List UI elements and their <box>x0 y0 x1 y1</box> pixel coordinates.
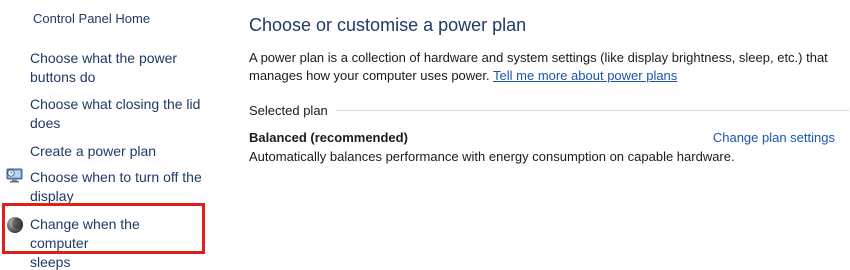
selected-plan-group: Selected plan <box>249 101 849 119</box>
sidebar-item-create-power-plan[interactable]: Create a power plan <box>30 142 156 161</box>
learn-more-link[interactable]: Tell me more about power plans <box>493 68 677 83</box>
highlight-box <box>2 203 205 254</box>
sidebar-item-closing-lid[interactable]: Choose what closing the lid does <box>30 95 210 133</box>
sidebar-item-turn-off-display[interactable]: Choose when to turn off the display <box>30 168 210 206</box>
group-divider <box>335 109 849 111</box>
sidebar-item-label: sleeps <box>30 254 71 270</box>
sidebar-item-label: buttons do <box>30 69 96 85</box>
plan-name: Balanced (recommended) <box>249 130 408 145</box>
power-options-window: Control Panel Home Choose what the power… <box>0 0 850 270</box>
sidebar-item-label: Choose what closing the lid <box>30 96 201 112</box>
sidebar-item-control-panel-home[interactable]: Control Panel Home <box>33 9 150 28</box>
sidebar-item-label: Create a power plan <box>30 143 157 159</box>
sidebar: Control Panel Home Choose what the power… <box>0 0 215 270</box>
monitor-clock-icon <box>6 168 23 183</box>
sidebar-item-power-buttons[interactable]: Choose what the power buttons do <box>30 49 210 87</box>
sidebar-item-label: Control Panel Home <box>33 11 151 26</box>
selected-plan-label: Selected plan <box>249 102 328 118</box>
sidebar-item-label: Choose when to turn off the <box>30 169 202 185</box>
plan-description: Automatically balances performance with … <box>249 149 735 164</box>
page-description: A power plan is a collection of hardware… <box>249 49 847 85</box>
page-title: Choose or customise a power plan <box>249 15 527 35</box>
sidebar-item-label: Choose what the power <box>30 50 178 66</box>
sidebar-item-label: does <box>30 115 61 131</box>
change-plan-settings-link[interactable]: Change plan settings <box>713 130 835 145</box>
